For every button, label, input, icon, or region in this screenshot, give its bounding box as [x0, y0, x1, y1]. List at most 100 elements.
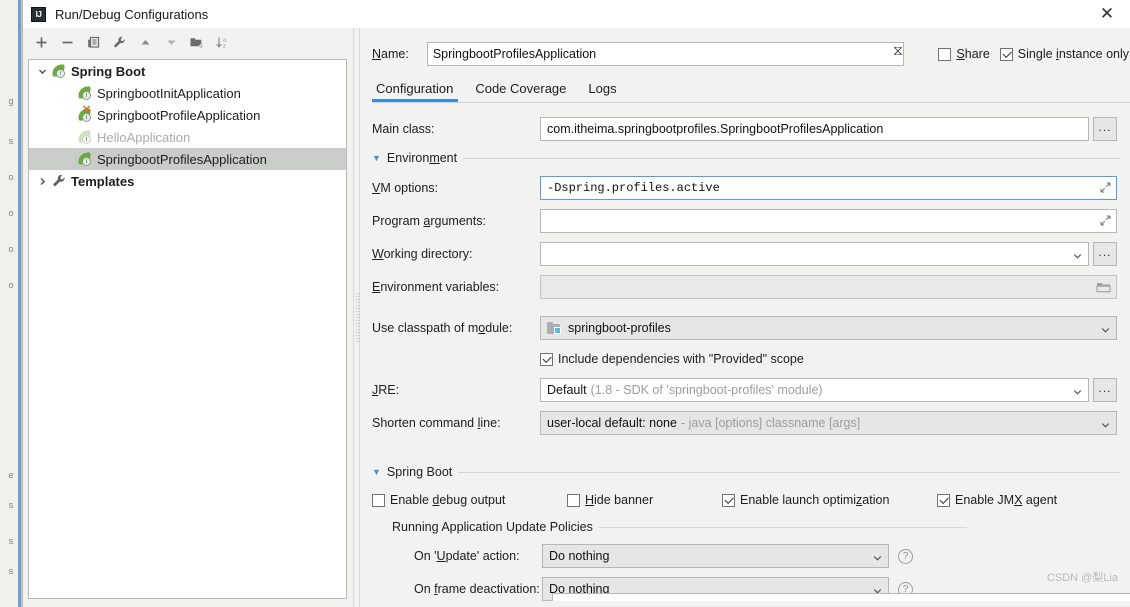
- tree-item-label: Spring Boot: [71, 63, 146, 79]
- chevron-down-icon[interactable]: [873, 552, 882, 561]
- on-update-action-value: Do nothing: [549, 549, 610, 563]
- name-input-value: SpringbootProfilesApplication: [432, 47, 597, 61]
- chevron-down-icon[interactable]: [1101, 324, 1110, 333]
- tree-item-label: HelloApplication: [97, 129, 191, 145]
- configuration-options-group: Share Single instance only: [938, 42, 1129, 66]
- spring-boot-section-header[interactable]: ▼ Spring Boot: [372, 464, 1120, 480]
- spring-boot-options-row: Enable debug output Hide banner Enable l…: [372, 490, 1120, 510]
- configurations-tree[interactable]: Spring Boot SpringbootInitApplication ✕ …: [28, 59, 347, 599]
- main-class-browse-button[interactable]: ...: [1093, 117, 1117, 141]
- sort-configurations-button[interactable]: a z: [211, 32, 235, 54]
- single-instance-only-checkbox[interactable]: Single instance only: [999, 47, 1129, 61]
- vm-options-input[interactable]: -Dspring.profiles.active: [540, 176, 1117, 200]
- watermark: CSDN @梨Lia: [1046, 572, 1118, 584]
- chevron-right-icon[interactable]: [33, 170, 51, 192]
- name-input[interactable]: SpringbootProfilesApplication: [426, 42, 904, 66]
- tab-code-coverage[interactable]: Code Coverage: [466, 81, 579, 102]
- working-directory-row: Working directory: ...: [372, 242, 1120, 266]
- tab-label: Code Coverage: [475, 81, 567, 96]
- jre-browse-button[interactable]: ...: [1093, 378, 1117, 402]
- hide-banner-checkbox[interactable]: Hide banner: [567, 493, 722, 507]
- tab-configuration[interactable]: Configuration: [372, 81, 466, 102]
- checkbox-box: [567, 493, 580, 507]
- classpath-module-dropdown[interactable]: springboot-profiles: [540, 316, 1117, 340]
- configuration-tabs: Configuration Code Coverage Logs: [372, 76, 1130, 102]
- tab-label: Logs: [588, 81, 617, 96]
- working-directory-browse-button[interactable]: ...: [1093, 242, 1117, 266]
- splitter-grip-icon: [356, 293, 359, 343]
- chevron-down-icon[interactable]: [1073, 250, 1082, 259]
- jre-label: JRE:: [372, 383, 400, 397]
- intellij-idea-icon: IJ: [31, 6, 46, 22]
- program-arguments-input[interactable]: [540, 209, 1117, 233]
- tree-item-hello-application[interactable]: HelloApplication: [29, 126, 346, 148]
- configurations-panel: a z Spring Boot SpringbootInitApplicatio…: [23, 28, 353, 607]
- new-folder-button[interactable]: [185, 32, 209, 54]
- update-policies-section-header: Running Application Update Policies: [392, 519, 967, 535]
- move-down-button[interactable]: [159, 32, 183, 54]
- checkbox-box: [540, 352, 553, 366]
- tab-logs[interactable]: Logs: [579, 81, 629, 102]
- working-directory-input[interactable]: [540, 242, 1089, 266]
- enable-launch-optimization-checkbox[interactable]: Enable launch optimization: [722, 493, 937, 507]
- checkbox-box: [372, 493, 385, 507]
- add-configuration-button[interactable]: [29, 32, 53, 54]
- update-policies-label: Running Application Update Policies: [392, 520, 593, 534]
- expand-editor-icon[interactable]: [1100, 215, 1111, 226]
- tree-item-springboot-init-application[interactable]: SpringbootInitApplication: [29, 82, 346, 104]
- chevron-down-icon[interactable]: [33, 60, 51, 82]
- close-icon[interactable]: ✕: [1084, 0, 1130, 28]
- expand-editor-icon[interactable]: [1100, 182, 1111, 193]
- shorten-command-line-value: user-local default: none: [547, 416, 677, 430]
- chevron-down-icon[interactable]: [1101, 419, 1110, 428]
- classpath-module-row: Use classpath of module: springboot-prof…: [372, 316, 1120, 340]
- section-divider: [463, 157, 1120, 159]
- main-class-value: com.itheima.springbootprofiles.Springboo…: [547, 122, 884, 136]
- include-provided-checkbox[interactable]: Include dependencies with "Provided" sco…: [540, 352, 804, 366]
- enable-debug-output-checkbox[interactable]: Enable debug output: [372, 493, 567, 507]
- checkbox-box: [722, 493, 735, 507]
- gutter-char: e: [8, 470, 14, 480]
- on-update-action-row: On 'Update' action: Do nothing ?: [372, 544, 1120, 568]
- jre-dropdown[interactable]: Default (1.8 - SDK of 'springboot-profil…: [540, 378, 1089, 402]
- enable-launch-optimization-label: Enable launch optimization: [740, 493, 890, 507]
- jre-hint: (1.8 - SDK of 'springboot-profiles' modu…: [590, 383, 823, 397]
- spring-boot-icon: [77, 129, 94, 146]
- help-icon[interactable]: ?: [898, 548, 913, 564]
- chevron-down-icon[interactable]: [1073, 386, 1082, 395]
- section-divider: [598, 526, 967, 528]
- tree-item-springboot-profiles-application[interactable]: SpringbootProfilesApplication: [29, 148, 346, 170]
- classpath-module-value: springboot-profiles: [568, 321, 671, 335]
- vm-options-row: VM options: -Dspring.profiles.active: [372, 176, 1120, 200]
- edit-templates-button[interactable]: [107, 32, 131, 54]
- triangle-down-icon: ▼: [372, 153, 381, 163]
- remove-configuration-button[interactable]: [55, 32, 79, 54]
- main-class-input[interactable]: com.itheima.springbootprofiles.Springboo…: [540, 117, 1089, 141]
- shorten-command-line-dropdown[interactable]: user-local default: none - java [options…: [540, 411, 1117, 435]
- program-arguments-label: Program arguments:: [372, 214, 486, 228]
- panel-splitter[interactable]: [353, 28, 360, 607]
- enable-jmx-agent-checkbox[interactable]: Enable JMX agent: [937, 493, 1057, 507]
- tree-item-spring-boot[interactable]: Spring Boot: [29, 60, 346, 82]
- tree-item-springboot-profile-application[interactable]: ✕ SpringbootProfileApplication: [29, 104, 346, 126]
- share-label: Share: [956, 47, 990, 61]
- spring-boot-icon: [51, 63, 68, 80]
- move-up-button[interactable]: [133, 32, 157, 54]
- configuration-form: Main class: com.itheima.springbootprofil…: [372, 103, 1130, 601]
- environment-section-header[interactable]: ▼ Environment: [372, 150, 1120, 166]
- folder-icon[interactable]: [1096, 280, 1111, 295]
- share-checkbox[interactable]: Share: [938, 47, 990, 61]
- environment-variables-input[interactable]: [540, 275, 1117, 299]
- on-update-action-dropdown[interactable]: Do nothing: [542, 544, 889, 568]
- tree-item-templates[interactable]: Templates: [29, 170, 346, 192]
- editor-rail: [18, 0, 21, 607]
- next-field-partial[interactable]: [552, 593, 1130, 601]
- jre-value: Default: [547, 383, 587, 397]
- on-update-action-label: On 'Update' action:: [414, 549, 520, 563]
- copy-configuration-button[interactable]: [81, 32, 105, 54]
- spring-boot-icon: [77, 151, 94, 168]
